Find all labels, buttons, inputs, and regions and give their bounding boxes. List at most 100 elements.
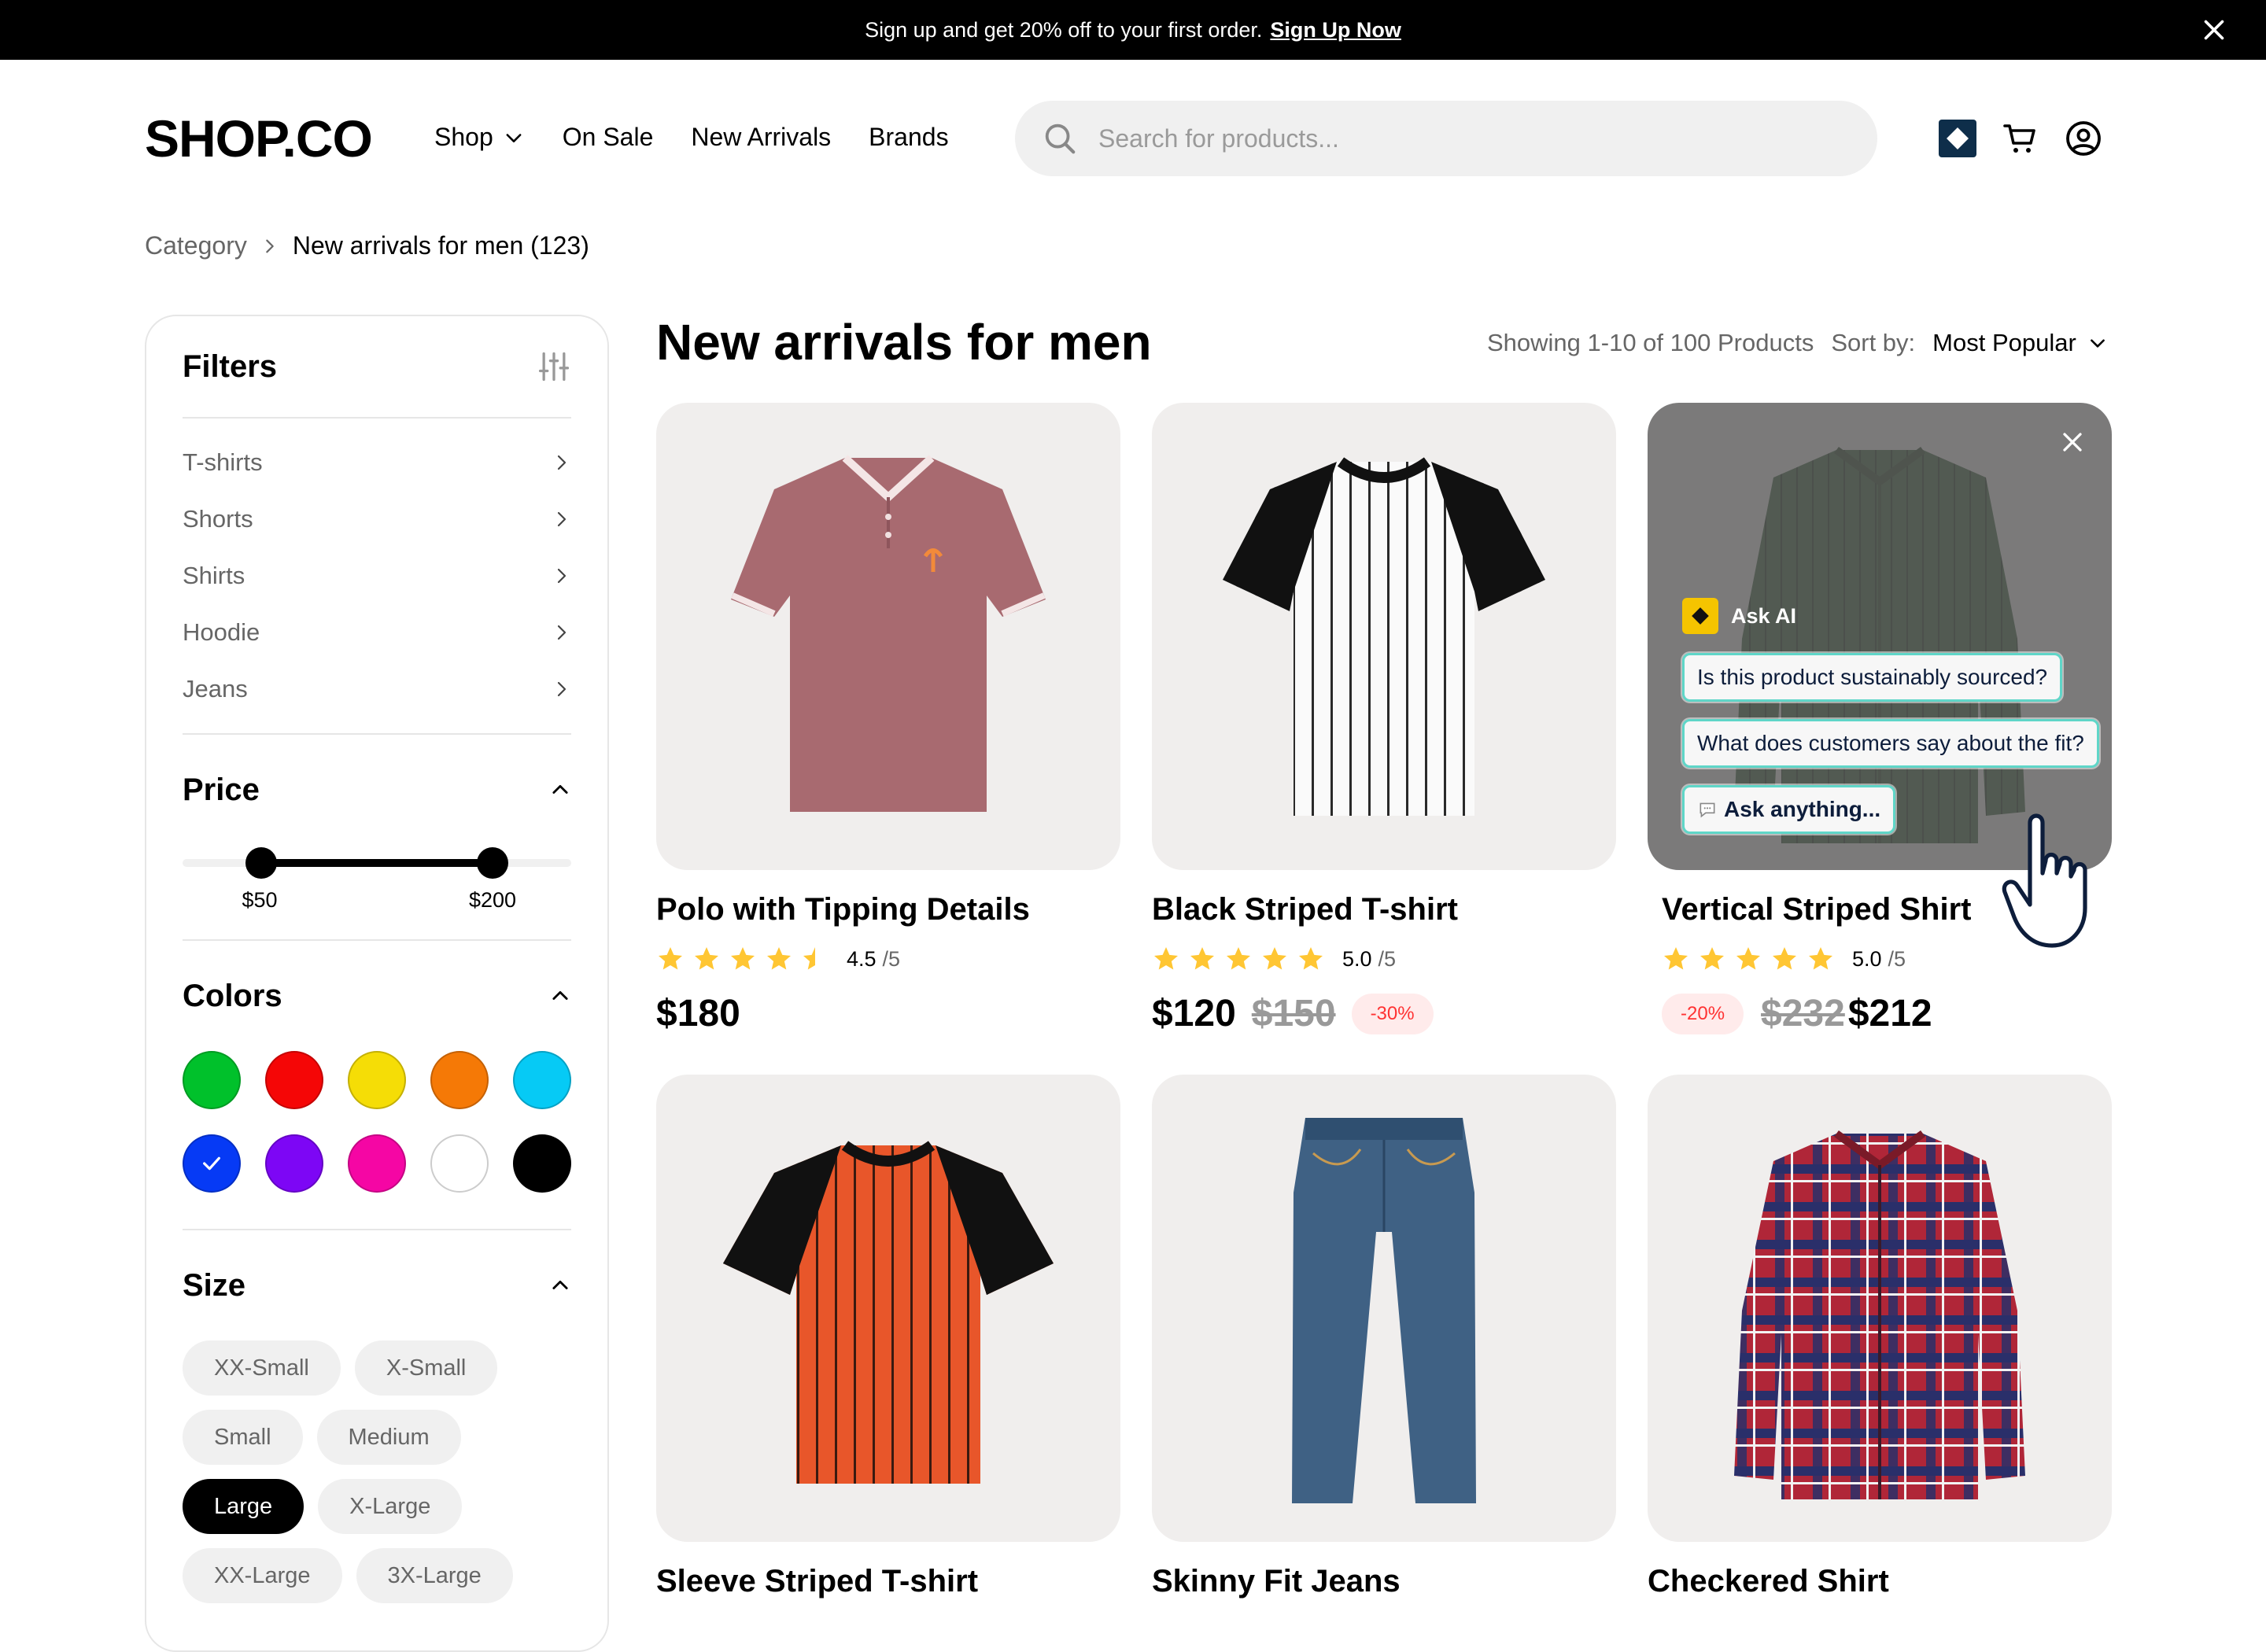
product-rating: 5.0/5 [1152,945,1616,973]
results-summary: Showing 1-10 of 100 Products Sort by: Mo… [1487,329,2108,357]
sort-dropdown[interactable]: Most Popular [1932,329,2108,357]
filters-header: Filters [183,316,571,419]
nav-shop[interactable]: Shop [434,123,525,152]
size-option-selected[interactable]: Large [183,1479,304,1534]
close-icon[interactable] [2200,16,2228,44]
slider-range [261,859,493,867]
ask-anything-chip[interactable]: Ask anything... [1682,785,1896,834]
product-card[interactable]: Polo with Tipping Details 4.5/5 $180 [656,403,1120,1035]
color-swatch-red[interactable] [265,1051,323,1109]
color-swatch-blue[interactable] [183,1134,241,1193]
slider-max-handle[interactable] [477,847,508,879]
price-range-slider[interactable]: $50 $200 [183,845,571,939]
check-icon [203,1156,220,1171]
page-title: New arrivals for men [656,314,1152,371]
product-card[interactable]: Checkered Shirt [1648,1075,2112,1599]
category-item-shorts[interactable]: Shorts [183,491,571,548]
ai-suggestion-chip[interactable]: Is this product sustainably sourced? [1682,653,2063,702]
size-option[interactable]: XX-Large [183,1548,342,1603]
size-header[interactable]: Size [183,1230,571,1340]
chevron-up-icon [552,784,568,794]
search-bar[interactable] [1015,101,1877,176]
star-icon [1154,947,1178,970]
pointer-hand-cursor-icon [2002,813,2087,948]
product-image[interactable] [1152,403,1616,870]
star-icon [1773,947,1796,970]
product-card[interactable]: Skinny Fit Jeans [1152,1075,1616,1599]
rating-max: /5 [882,946,901,971]
product-image[interactable] [656,403,1120,870]
sliders-icon[interactable] [537,349,571,384]
product-image[interactable] [1648,1075,2112,1542]
size-option[interactable]: XX-Small [183,1340,341,1396]
color-swatch-black[interactable] [513,1134,571,1193]
product-image[interactable] [1152,1075,1616,1542]
close-icon[interactable] [2057,426,2088,458]
category-item-shirts[interactable]: Shirts [183,548,571,604]
star-rating [1152,945,1325,973]
price-header[interactable]: Price [183,735,571,845]
cart-icon[interactable] [2002,120,2039,157]
price-row: -20% $232 $212 [1662,992,2112,1035]
ask-anything-label: Ask anything... [1724,797,1881,821]
product-name[interactable]: Polo with Tipping Details [656,892,1120,927]
nav-on-sale[interactable]: On Sale [563,123,654,152]
nav-new-arrivals[interactable]: New Arrivals [691,123,831,152]
category-label: Hoodie [183,618,260,646]
category-item-jeans[interactable]: Jeans [183,661,571,717]
size-option[interactable]: 3X-Large [356,1548,513,1603]
color-swatch-pink[interactable] [348,1134,406,1193]
nav-brands[interactable]: Brands [869,123,948,152]
colors-header[interactable]: Colors [183,941,571,1051]
product-name[interactable]: Black Striped T-shirt [1152,892,1616,927]
product-card[interactable]: Sleeve Striped T-shirt [656,1075,1120,1599]
search-input[interactable] [1098,124,1807,153]
original-price: $232 [1761,993,1845,1034]
slider-min-handle[interactable] [245,847,277,879]
color-swatch-green[interactable] [183,1051,241,1109]
color-swatch-cyan[interactable] [513,1051,571,1109]
product-name[interactable]: Checkered Shirt [1648,1564,2112,1599]
header-icons [1939,120,2102,157]
size-option[interactable]: X-Large [318,1479,463,1534]
category-item-tshirts[interactable]: T-shirts [183,434,571,491]
account-icon[interactable] [2065,120,2102,157]
product-card[interactable]: Black Striped T-shirt 5.0/5 $120 $150 -3… [1152,403,1616,1035]
colors-section: Colors [183,941,571,1230]
product-name[interactable]: Skinny Fit Jeans [1152,1564,1616,1599]
breadcrumb-category[interactable]: Category [145,231,247,260]
breadcrumb: Category New arrivals for men (123) [145,231,589,260]
product-name[interactable]: Sleeve Striped T-shirt [656,1564,1120,1599]
category-item-hoodie[interactable]: Hoodie [183,604,571,661]
colors-title: Colors [183,978,282,1013]
size-options: XX-Small X-Small Small Medium Large X-La… [183,1340,552,1603]
color-swatch-purple[interactable] [265,1134,323,1193]
color-swatch-white[interactable] [430,1134,489,1193]
category-label: Jeans [183,675,248,702]
color-swatch-yellow[interactable] [348,1051,406,1109]
checkered-shirt-image [1734,1130,2025,1499]
size-option[interactable]: X-Small [354,1340,498,1396]
star-icon [1736,947,1760,970]
size-option[interactable]: Medium [316,1410,461,1465]
star-icon [1263,947,1286,970]
rating-max: /5 [1888,946,1906,971]
sign-up-link[interactable]: Sign Up Now [1270,18,1401,42]
ai-assistant-icon[interactable] [1939,120,1976,157]
nav-shop-label: Shop [434,123,493,151]
discount-badge: -30% [1351,993,1434,1034]
size-option[interactable]: Small [183,1410,303,1465]
product-image[interactable]: Ask AI Is this product sustainably sourc… [1648,403,2112,870]
product-image[interactable] [656,1075,1120,1542]
product-rating: 4.5/5 [656,945,1120,973]
logo[interactable]: SHOP.CO [145,109,373,168]
ai-suggestion-chip[interactable]: What does customers say about the fit? [1682,719,2099,768]
color-swatch-orange[interactable] [430,1051,489,1109]
polo-shirt-image [731,455,1046,812]
price-min-label: $50 [242,888,278,912]
category-label: Shorts [183,505,253,533]
star-rating [656,945,829,973]
chevron-right-icon [557,568,566,584]
rating-max: /5 [1378,946,1397,971]
star-icon [659,947,682,970]
